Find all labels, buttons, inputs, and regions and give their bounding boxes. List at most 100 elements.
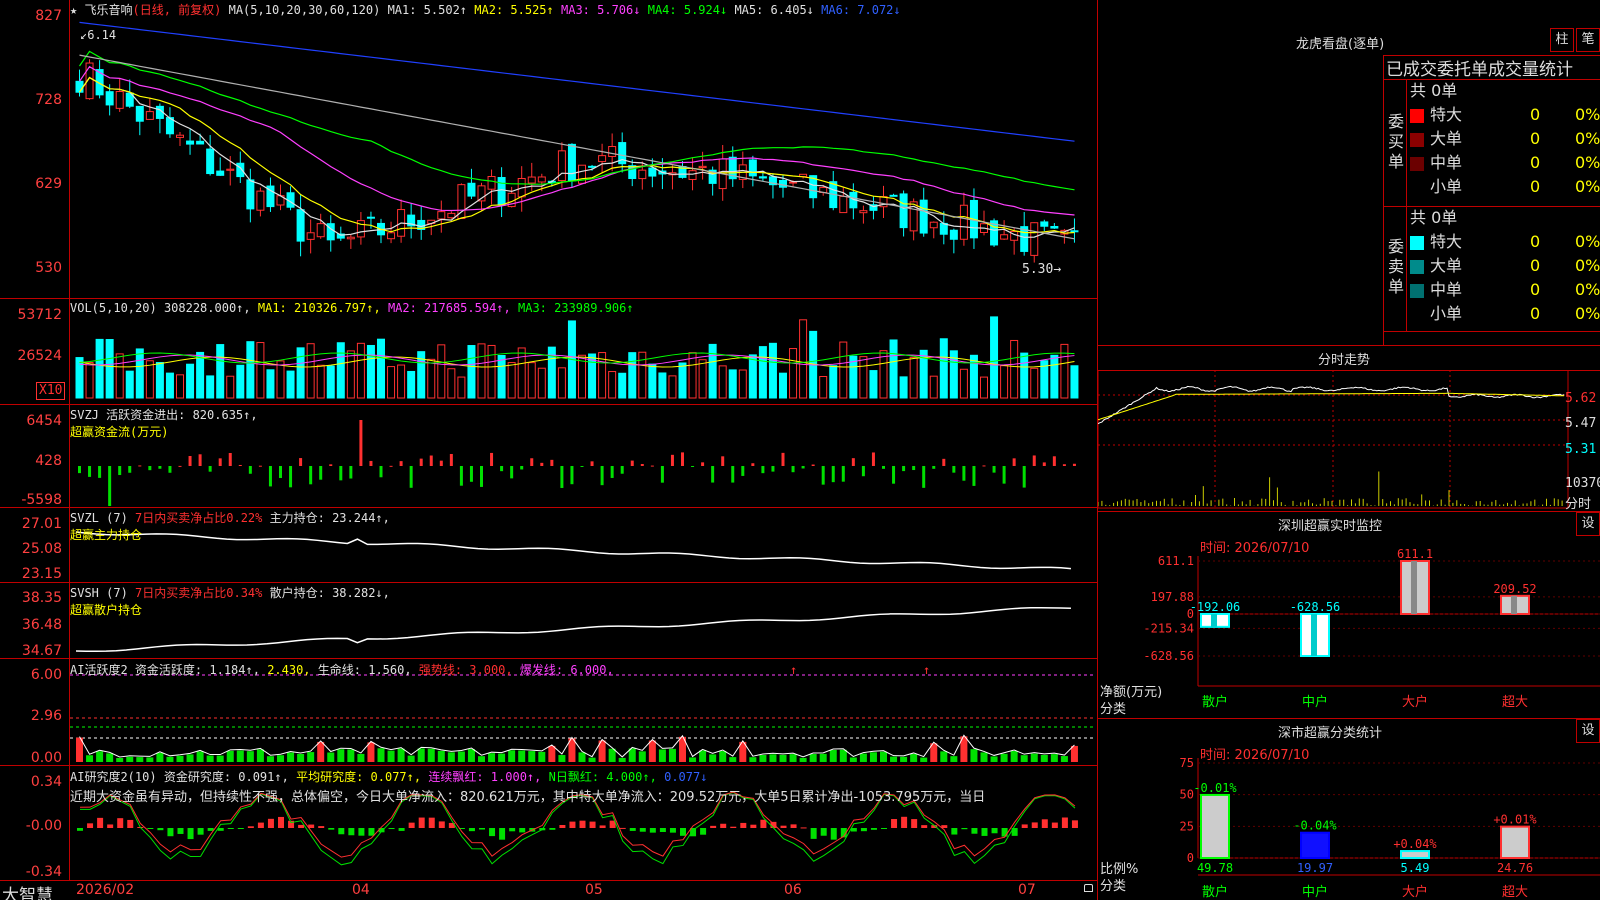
sz-class-y-tick: 50 [1180,788,1194,802]
volume-bar [457,376,466,399]
volume-bar [186,363,195,399]
candle-body [387,232,396,240]
research-bar [167,828,174,837]
vol-ma3: MA3: 233989.906↑ [518,301,634,315]
low-price-text: 5.30 [1022,262,1054,277]
activity-bar [1030,753,1038,762]
kline-chart-area[interactable]: ↑ ↑ ★ 飞乐音响(日线, 前复权) MA(5,10,20,30,60,120)… [0,0,1098,900]
sell-row-name: 中单 [1430,280,1463,299]
vol-ma1: MA1: 210326.797↑, [257,301,381,315]
ai-research-panel-header: AI研究度2(10) 资金研究度: 0.091↑, 平均研究度: 0.077↑,… [70,768,707,785]
activity-bar [317,741,325,762]
research-bar [649,828,656,833]
fund-flow-bar [570,466,574,485]
fund-flow-bar [590,461,594,466]
buy-row-count: 0 [1530,153,1541,172]
stock-name-text: 飞乐音响 [84,3,133,17]
candle-body [145,111,154,120]
candle-body [758,176,767,179]
research-bar [468,828,475,832]
volume-bar [628,352,637,399]
fund-flow-bar [771,466,775,472]
volume-bar [708,343,717,399]
price-y-tick: 530 [35,260,62,276]
volume-bar [748,354,757,399]
research-bar [589,821,596,828]
candle-body [316,223,325,238]
ma1-value: MA1: 5.502↑ [387,3,468,17]
buy-row-name: 小单 [1430,177,1463,196]
volume-bar [688,352,697,399]
volume-bar [236,364,245,399]
candle-body [859,210,868,214]
bar-highlight [1311,614,1317,656]
buy-row-pct: 0% [1575,129,1600,148]
intraday-chart[interactable] [1098,370,1600,510]
volume-bar [176,374,184,399]
sz-class-chart: 75 50 25 0 -0.01% 49.78 散户 -0.04% 19.97 中户 +0.04% 5… [1180,756,1600,900]
research-bar [860,828,867,832]
sz-monitor-category-label: 散户 [1202,694,1228,710]
candle-body [527,176,536,184]
price-panel-header: ★ 飞乐音响(日线, 前复权) MA(5,10,20,30,60,120) MA… [70,1,901,18]
activity-bar [156,752,164,762]
column-view-button[interactable]: 柱 [1550,28,1574,52]
legend-swatch [1410,108,1424,123]
research-bar [800,827,807,829]
lock-icon[interactable] [1084,884,1093,892]
stock-name[interactable]: ★ 飞乐音响 [70,3,132,17]
research-bar [147,828,154,829]
buy-row-name: 特大 [1430,105,1463,124]
research-bar [901,816,908,828]
research-bar [197,828,204,835]
sell-total: 共 0单 [1410,208,1458,227]
ma-line [79,21,1075,142]
fund-flow-bar [449,453,453,466]
fund-flow-bar [349,466,353,479]
fund-flow-bar [781,452,785,466]
sz-class-change-label: -0.01% [1193,781,1237,795]
brand-logo[interactable]: 大智慧 [2,881,53,900]
activity-bar [809,754,817,762]
sz-monitor-y-tick: -628.56 [1143,649,1194,663]
activity-bar [699,750,707,762]
svzl-y-tick: 23.15 [21,566,62,582]
volume-bar [899,376,908,399]
fund-flow-bar [1072,463,1076,466]
volume-bar [1070,365,1079,399]
fund-flow-bar [882,466,885,469]
activity-bar [819,753,827,762]
activity-bar [467,749,475,762]
volume-bar [306,343,315,399]
intraday-unit-label: 分时 [1565,497,1592,512]
bar-highlight [1511,595,1517,614]
activity-bar [548,745,556,762]
fund-flow-bar [1022,466,1026,488]
fund-flow-bar [670,454,674,466]
svzj-panel-header: SVZJ 活跃资金进出: 820.635↑, 超赢资金流(万元) [70,406,258,440]
volume-bar [105,339,114,399]
legend-swatch [1410,181,1424,195]
price-y-tick: 827 [35,8,62,24]
candle-body [949,229,958,240]
activity-bar [256,749,264,762]
volume-bar [95,338,104,399]
activity-bar [910,753,918,762]
ma-header: MA(5,10,20,30,60,120) [228,3,381,17]
fund-flow-bar [480,466,483,487]
sz-monitor-x-title: 分类 [1100,702,1127,717]
tick-view-button[interactable]: 笔 [1576,28,1600,52]
sz-class-change-label: +0.01% [1493,813,1537,827]
fund-flow-bar [731,466,735,483]
research-bar [247,826,254,828]
sz-class-bar [1200,793,1230,860]
candle-body [1050,225,1059,229]
fund-flow-bar [841,466,845,482]
fund-flow-bar [118,466,122,476]
ai-n-day-red: N日飘红: 4.000↑, [548,770,657,784]
fund-flow-bar [88,466,92,477]
period-label: (日线, 前复权) [132,3,222,17]
fund-flow-bar [932,466,936,469]
activity-bar [588,757,596,762]
candle-body [296,209,305,242]
